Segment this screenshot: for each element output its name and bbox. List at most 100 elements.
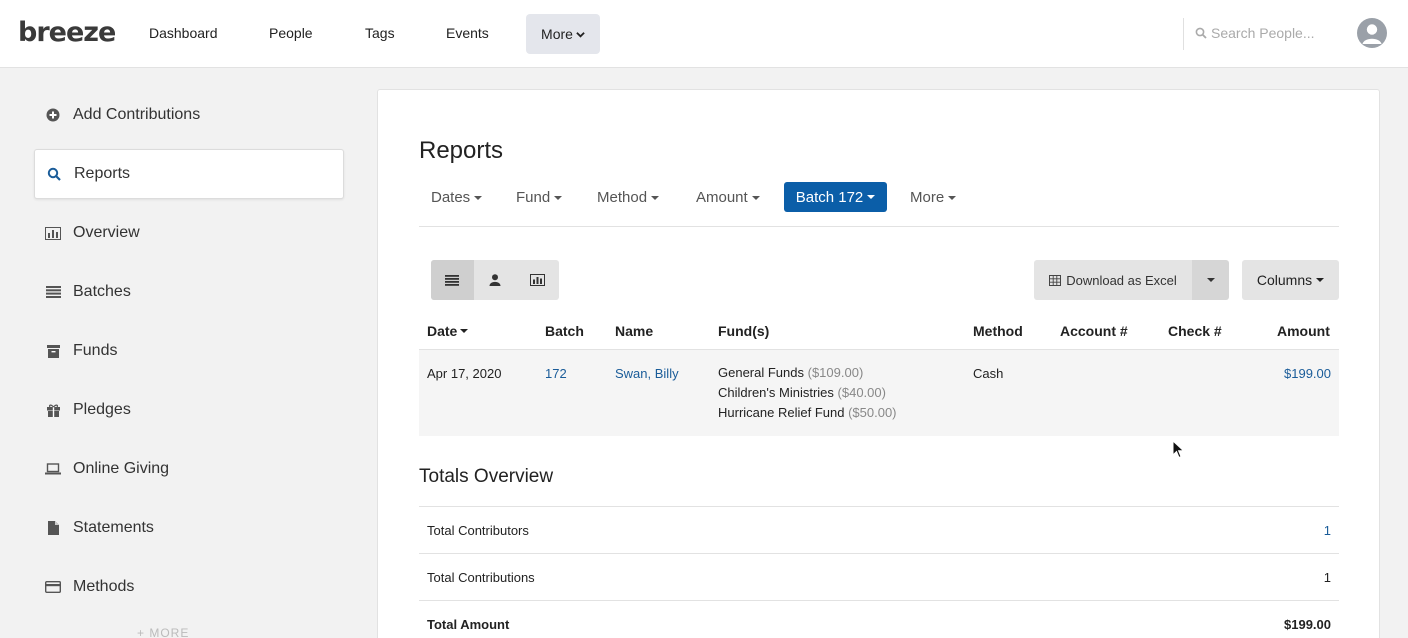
column-header-funds[interactable]: Fund(s)	[718, 323, 769, 339]
sidebar-item-methods[interactable]: Methods	[34, 562, 344, 612]
sidebar-more-label: MORE	[149, 626, 190, 638]
column-header-method[interactable]: Method	[973, 323, 1023, 339]
list-icon	[45, 286, 61, 298]
sidebar-item-label: Online Giving	[73, 460, 170, 477]
search-icon	[1195, 27, 1207, 39]
column-header-batch[interactable]: Batch	[545, 323, 584, 339]
chevron-down-icon	[576, 31, 585, 38]
sidebar-item-funds[interactable]: Funds	[34, 326, 344, 376]
nav-people[interactable]: People	[269, 25, 313, 41]
list-icon	[445, 274, 460, 286]
sidebar-item-label: Pledges	[73, 401, 131, 418]
filter-dates[interactable]: Dates	[431, 189, 483, 206]
search-people-input[interactable]: Search People...	[1195, 25, 1315, 41]
sidebar-item-add-contributions[interactable]: Add Contributions	[34, 90, 344, 140]
document-icon	[45, 521, 61, 535]
sidebar-item-label: Overview	[73, 224, 140, 241]
fund-name: Children's Ministries	[718, 385, 834, 400]
filter-label: More	[910, 189, 945, 206]
user-avatar[interactable]	[1357, 18, 1387, 48]
totals-title: Totals Overview	[419, 466, 554, 487]
totals-label: Total Amount	[427, 617, 510, 632]
cell-method: Cash	[973, 366, 1004, 381]
reports-panel: Reports Dates Fund Method Amount Batch 1…	[377, 89, 1380, 638]
cell-name-link[interactable]: Swan, Billy	[615, 366, 679, 381]
download-excel-button[interactable]: Download as Excel	[1034, 260, 1192, 300]
sidebar-item-pledges[interactable]: Pledges	[34, 385, 344, 435]
columns-button[interactable]: Columns	[1242, 260, 1339, 300]
totals-row-amount: Total Amount $199.00	[419, 600, 1339, 638]
divider	[1183, 18, 1184, 50]
sidebar-item-label: Reports	[74, 165, 131, 182]
nav-more-label: More	[541, 26, 573, 42]
search-placeholder: Search People...	[1211, 25, 1315, 41]
fund-amount: ($40.00)	[837, 385, 886, 400]
nav-tags[interactable]: Tags	[365, 25, 395, 41]
cell-amount-link[interactable]: $199.00	[1284, 366, 1331, 381]
header-label: Date	[427, 323, 458, 339]
totals-row-contributions: Total Contributions 1	[419, 553, 1339, 600]
totals-label: Total Contributors	[427, 523, 529, 538]
fund-amount: ($50.00)	[848, 405, 897, 420]
sidebar-item-reports[interactable]: Reports	[34, 149, 344, 199]
sidebar-item-label: Batches	[73, 283, 131, 300]
caret-down-icon	[554, 195, 563, 200]
sidebar-item-overview[interactable]: Overview	[34, 208, 344, 258]
person-view-button[interactable]	[474, 260, 517, 300]
nav-more-button[interactable]: More	[526, 14, 600, 54]
search-icon	[46, 167, 62, 181]
caret-down-icon	[1316, 278, 1325, 282]
credit-card-icon	[45, 581, 61, 593]
caret-down-icon	[751, 195, 760, 200]
chart-view-button[interactable]	[516, 260, 559, 300]
caret-down-icon	[948, 195, 957, 200]
filter-label: Fund	[516, 189, 551, 206]
list-view-button[interactable]	[431, 260, 474, 300]
bar-chart-icon	[530, 274, 546, 286]
bar-chart-icon	[45, 226, 61, 240]
fund-line: General Funds ($109.00)	[718, 363, 897, 383]
filter-method[interactable]: Method	[597, 189, 660, 206]
person-icon	[489, 274, 501, 286]
archive-box-icon	[45, 344, 61, 358]
totals-value: $199.00	[1284, 617, 1331, 632]
filter-more[interactable]: More	[910, 189, 957, 206]
page-title: Reports	[419, 137, 504, 164]
filter-fund[interactable]: Fund	[516, 189, 563, 206]
sidebar-item-statements[interactable]: Statements	[34, 503, 344, 553]
filter-amount[interactable]: Amount	[696, 189, 760, 206]
fund-name: General Funds	[718, 365, 804, 380]
sidebar-item-batches[interactable]: Batches	[34, 267, 344, 317]
download-options-toggle[interactable]	[1192, 260, 1229, 300]
view-toggle-group	[431, 260, 559, 300]
filter-batch-active[interactable]: Batch 172	[784, 182, 887, 212]
caret-down-icon	[867, 195, 876, 199]
column-header-check[interactable]: Check #	[1168, 323, 1222, 339]
column-header-account[interactable]: Account #	[1060, 323, 1128, 339]
column-header-name[interactable]: Name	[615, 323, 653, 339]
sidebar-item-label: Funds	[73, 342, 118, 359]
column-header-amount[interactable]: Amount	[1277, 323, 1330, 339]
filter-label: Dates	[431, 189, 471, 206]
sidebar-item-online-giving[interactable]: Online Giving	[34, 444, 344, 494]
plus-circle-icon	[45, 108, 61, 122]
fund-line: Children's Ministries ($40.00)	[718, 383, 897, 403]
totals-value: 1	[1323, 570, 1331, 585]
cell-batch-link[interactable]: 172	[545, 366, 567, 381]
sidebar-more-link[interactable]: + MORE	[137, 626, 189, 638]
nav-dashboard[interactable]: Dashboard	[149, 25, 218, 41]
top-navbar: breeze Dashboard People Tags Events More…	[0, 0, 1408, 68]
mouse-cursor-icon	[1172, 440, 1185, 459]
sidebar-item-label: Add Contributions	[73, 106, 201, 123]
cell-date: Apr 17, 2020	[427, 366, 502, 381]
filter-label: Batch 172	[795, 188, 864, 206]
breeze-logo[interactable]: breeze	[18, 17, 116, 48]
sidebar-item-label: Methods	[73, 578, 135, 595]
user-icon	[1362, 24, 1382, 44]
nav-events[interactable]: Events	[446, 25, 489, 41]
filter-label: Amount	[696, 189, 748, 206]
laptop-icon	[45, 463, 61, 475]
totals-value-link[interactable]: 1	[1324, 523, 1331, 538]
column-header-date[interactable]: Date	[427, 323, 469, 339]
gift-icon	[45, 404, 61, 417]
